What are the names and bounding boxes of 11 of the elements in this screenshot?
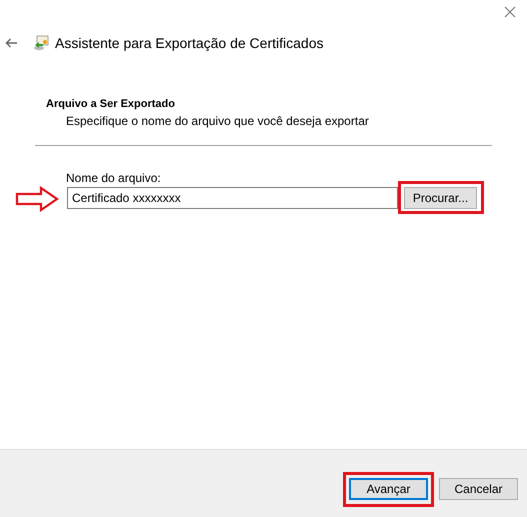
close-icon[interactable]	[504, 6, 516, 18]
filename-field[interactable]: Certificado xxxxxxxx	[67, 187, 398, 209]
window-title: Assistente para Exportação de Certificados	[55, 35, 324, 51]
certificate-icon	[33, 35, 49, 51]
section-heading: Arquivo a Ser Exportado	[45, 98, 176, 110]
cancel-button[interactable]: Cancelar	[439, 478, 518, 500]
browse-button[interactable]: Procurar...	[404, 187, 477, 209]
field-label: Nome do arquivo:	[65, 171, 162, 185]
next-button[interactable]: Avançar	[349, 478, 428, 500]
back-arrow-icon[interactable]	[5, 38, 18, 48]
section-subtitle: Especifique o nome do arquivo que você deseja exportar	[65, 114, 370, 128]
